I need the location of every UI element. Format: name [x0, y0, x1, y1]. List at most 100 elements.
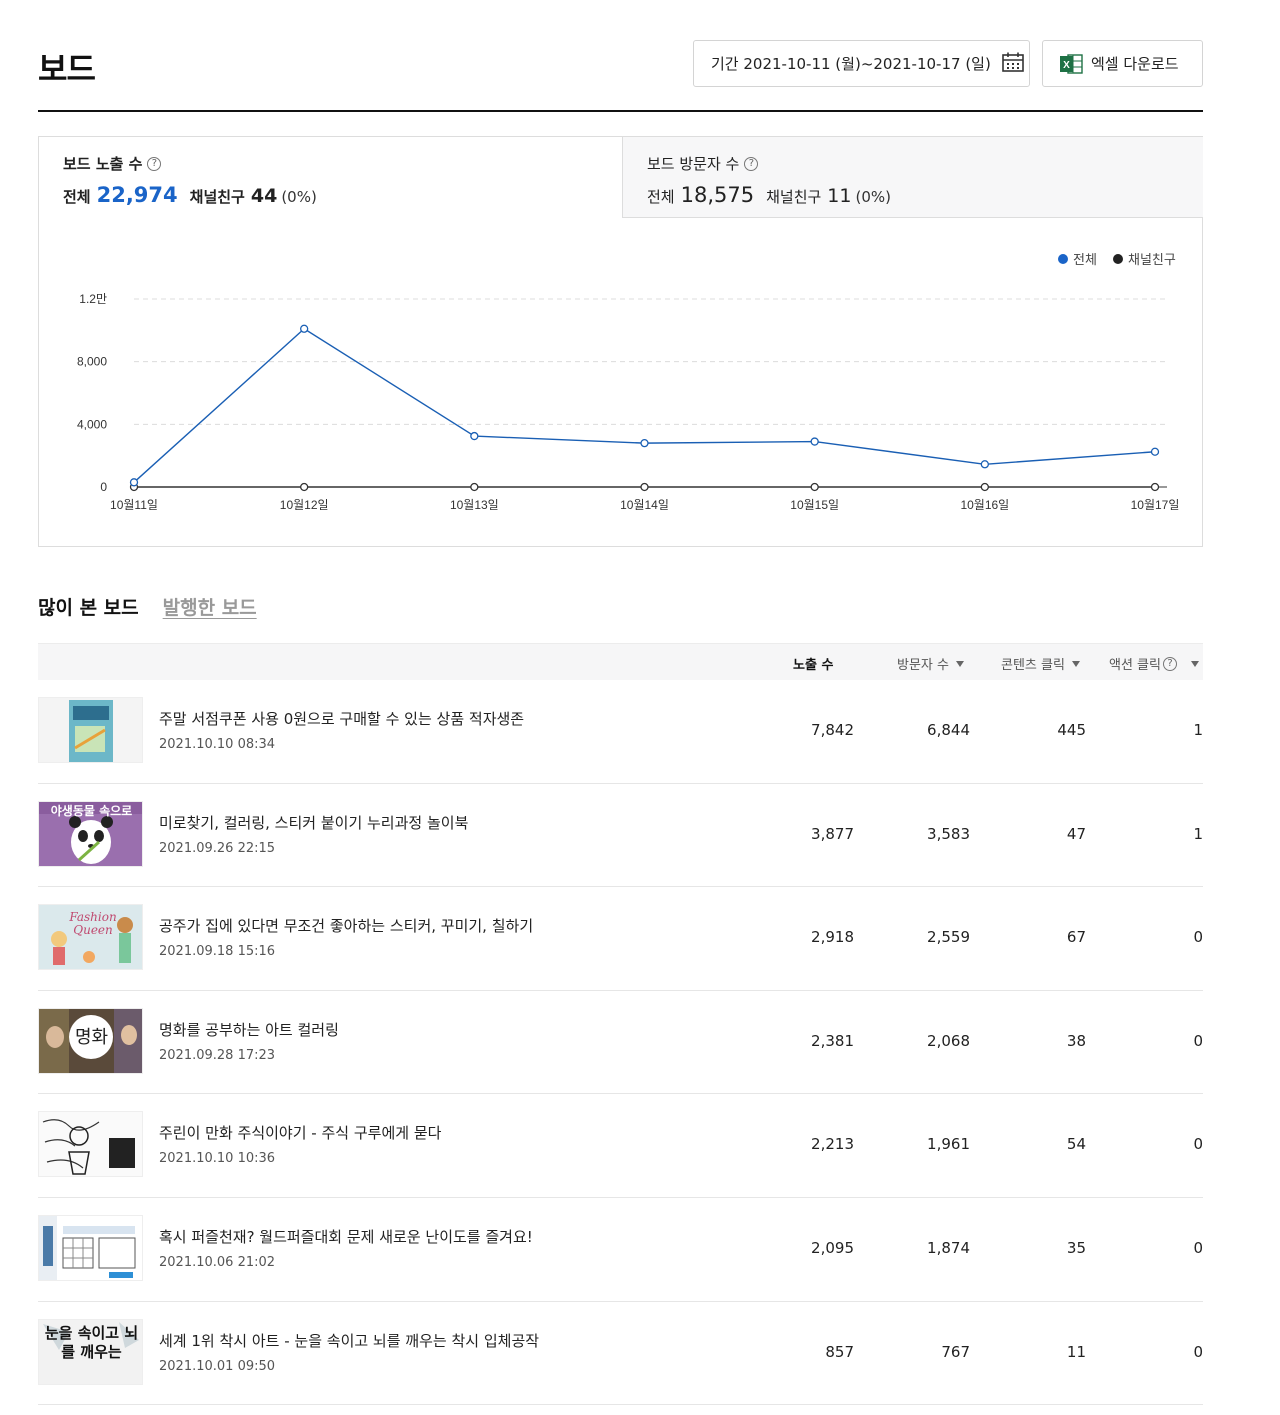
cell-action-click: 1: [1193, 824, 1203, 843]
table-row[interactable]: Fashion Queen 공주가 집에 있다면 무조건 좋아하는 스티커, 꾸…: [38, 887, 1203, 991]
cell-content-click: 54: [1066, 1135, 1086, 1154]
cell-content-click: 38: [1066, 1031, 1086, 1050]
board-title[interactable]: 명화를 공부하는 아트 컬러링: [159, 1019, 339, 1040]
header-impressions[interactable]: 노출 수: [793, 654, 833, 673]
data-point: [470, 431, 479, 441]
x-tick-label: 10월11일: [110, 498, 158, 512]
question-icon[interactable]: ?: [147, 156, 162, 171]
cell-action-click: 0: [1193, 1031, 1203, 1050]
thumb-text: 눈을 속이고 뇌를 깨우는: [44, 1323, 139, 1361]
visitors-total-label: 전체: [647, 188, 675, 206]
data-point: [1150, 447, 1160, 456]
cell-visitors: 2,559: [927, 928, 970, 947]
excel-download-button[interactable]: X 엑셀 다운로드: [1042, 40, 1203, 87]
page-header: 보드 기간 2021-10-11 (월)~2021-10-17 (일) X 엑셀…: [38, 40, 1203, 112]
data-point: [470, 482, 479, 492]
data-point: [129, 478, 139, 487]
cell-action-click: 1: [1193, 721, 1203, 739]
book-thumbnail[interactable]: [38, 697, 143, 763]
cell-visitors: 2,068: [927, 1031, 970, 1050]
cell-visitors: 1,874: [927, 1238, 970, 1257]
question-icon[interactable]: ?: [744, 156, 759, 171]
x-tick-label: 10월13일: [450, 498, 499, 512]
impressions-friend-label: 채널친구: [189, 188, 245, 206]
table-row[interactable]: 야생동물 속으로 미로찾기, 컬러링, 스티커 붙이기 누리과정 놀이북 202…: [38, 784, 1203, 888]
legend-label: 채널친구: [1128, 252, 1176, 267]
x-tick-label: 10월15일: [790, 498, 839, 512]
tab-impressions[interactable]: 보드 노출 수 ? 전체 22,974 채널친구 44 (0%): [39, 137, 622, 218]
excel-download-label: 엑셀 다운로드: [1091, 55, 1179, 73]
sort-caret-icon: [955, 660, 964, 667]
book-thumbnail[interactable]: [38, 1111, 143, 1178]
legend-marker: [1058, 254, 1068, 264]
cell-action-click: 0: [1193, 1238, 1203, 1257]
book-thumbnail[interactable]: 야생동물 속으로: [38, 800, 143, 867]
period-selector-button[interactable]: 기간 2021-10-11 (월)~2021-10-17 (일): [693, 40, 1030, 87]
tab-published-boards[interactable]: 발행한 보드: [163, 593, 257, 620]
visitors-total-value: 18,575: [680, 183, 755, 207]
board-title[interactable]: 공주가 집에 있다면 무조건 좋아하는 스티커, 꾸미기, 칠하기: [159, 915, 533, 936]
question-icon[interactable]: ?: [1162, 656, 1177, 671]
data-point: [980, 460, 989, 469]
data-point: [640, 438, 649, 448]
cell-visitors: 767: [941, 1342, 970, 1361]
cell-impressions: 2,213: [811, 1135, 854, 1154]
board-title[interactable]: 세계 1위 착시 아트 - 눈을 속이고 뇌를 깨우는 착시 입체공작: [159, 1330, 539, 1351]
tab-popular-boards[interactable]: 많이 본 보드: [38, 593, 139, 620]
page-title: 보드: [38, 50, 96, 88]
visitors-friend-label: 채널친구: [766, 188, 822, 206]
impressions-total-value: 22,974: [96, 183, 178, 207]
cell-impressions: 2,095: [811, 1238, 854, 1257]
cell-impressions: 2,381: [811, 1031, 854, 1050]
data-point: [980, 482, 989, 492]
table-row[interactable]: 주린이 만화 주식이야기 - 주식 구루에게 묻다 2021.10.10 10:…: [38, 1094, 1203, 1198]
data-point: [1150, 482, 1160, 492]
y-tick-label: 4,000: [77, 417, 107, 431]
cell-content-click: 11: [1066, 1342, 1086, 1361]
cell-impressions: 7,842: [811, 721, 854, 739]
cell-content-click: 67: [1066, 928, 1086, 947]
board-table: 주말 서점쿠폰 사용 0원으로 구매할 수 있는 상품 적자생존 2021.10…: [38, 680, 1203, 1406]
header-action-click[interactable]: 액션 클릭?: [1109, 654, 1199, 673]
x-tick-label: 10월14일: [620, 498, 669, 512]
impressions-label: 보드 노출 수 ?: [63, 153, 622, 174]
board-title[interactable]: 혹시 퍼즐천재? 월드퍼즐대회 문제 새로운 난이도를 즐겨요!: [159, 1226, 533, 1247]
cell-content-click: 47: [1066, 824, 1086, 843]
visitors-label: 보드 방문자 수 ?: [647, 153, 1203, 174]
book-thumbnail[interactable]: 눈을 속이고 뇌를 깨우는: [38, 1318, 143, 1385]
board-title[interactable]: 주린이 만화 주식이야기 - 주식 구루에게 묻다: [159, 1122, 441, 1143]
header-content-click[interactable]: 콘텐츠 클릭: [1001, 654, 1080, 673]
cell-impressions: 3,877: [811, 824, 854, 843]
header-visitors[interactable]: 방문자 수: [897, 654, 964, 673]
thumb-text: 야생동물 속으로: [50, 803, 133, 818]
book-thumbnail[interactable]: Fashion Queen: [38, 904, 143, 971]
cell-action-click: 0: [1193, 928, 1203, 947]
y-tick-label: 0: [100, 480, 107, 494]
board-date: 2021.10.10 10:36: [159, 1151, 276, 1167]
sort-caret-icon: [1190, 660, 1199, 667]
cell-action-click: 0: [1193, 1342, 1203, 1361]
svg-text:X: X: [1063, 60, 1070, 71]
board-date: 2021.10.01 09:50: [159, 1358, 276, 1374]
table-row[interactable]: 주말 서점쿠폰 사용 0원으로 구매할 수 있는 상품 적자생존 2021.10…: [38, 680, 1203, 784]
sort-caret-icon: [1071, 660, 1080, 667]
board-title[interactable]: 미로찾기, 컬러링, 스티커 붙이기 누리과정 놀이북: [159, 812, 468, 833]
cell-content-click: 35: [1066, 1238, 1086, 1257]
book-thumbnail[interactable]: 명화: [38, 1007, 143, 1074]
cell-content-click: 445: [1057, 721, 1086, 739]
y-tick-label: 1.2만: [79, 292, 107, 306]
period-label: 기간 2021-10-11 (월)~2021-10-17 (일): [711, 55, 991, 73]
tab-visitors[interactable]: 보드 방문자 수 ? 전체 18,575 채널친구 11 (0%): [622, 137, 1203, 218]
book-thumbnail[interactable]: [38, 1214, 143, 1281]
table-row[interactable]: 명화 명화를 공부하는 아트 컬러링 2021.09.28 17:23 2,38…: [38, 991, 1203, 1095]
board-date: 2021.09.28 17:23: [159, 1047, 276, 1063]
impressions-total-label: 전체: [63, 188, 91, 206]
thumb-text: Fashion Queen: [69, 910, 117, 938]
table-row[interactable]: 눈을 속이고 뇌를 깨우는 세계 1위 착시 아트 - 눈을 속이고 뇌를 깨우…: [38, 1302, 1203, 1406]
calendar-icon: [1001, 51, 1025, 77]
board-date: 2021.10.06 21:02: [159, 1254, 276, 1270]
cell-visitors: 3,583: [927, 824, 970, 843]
excel-icon: X: [1059, 53, 1083, 75]
board-title[interactable]: 주말 서점쿠폰 사용 0원으로 구매할 수 있는 상품 적자생존: [159, 708, 524, 729]
table-row[interactable]: 혹시 퍼즐천재? 월드퍼즐대회 문제 새로운 난이도를 즐겨요! 2021.10…: [38, 1198, 1203, 1302]
